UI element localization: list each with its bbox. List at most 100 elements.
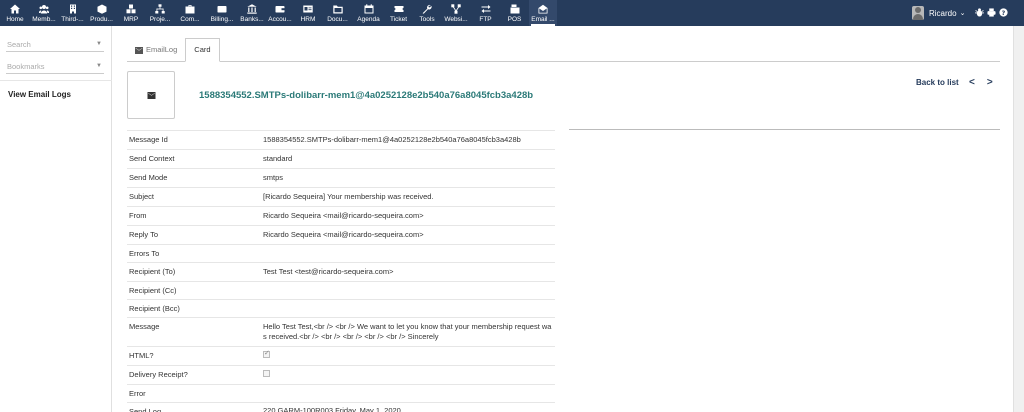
nav-item-14[interactable]: Tools (413, 0, 441, 26)
nav-item-17[interactable]: POS (500, 0, 529, 26)
nav-item-6[interactable]: Com... (174, 0, 206, 26)
next-record-button[interactable]: > (987, 77, 993, 88)
left-sidebar: Search ▼ Bookmarks ▼ View Email Logs (0, 26, 112, 412)
field-label: Reply To (129, 230, 159, 239)
calendar-icon (364, 3, 374, 15)
nav-item-label: MRP (123, 16, 139, 23)
nav-item-9[interactable]: Accou... (266, 0, 294, 26)
nav-item-label: Agenda (357, 16, 380, 23)
nav-item-label: Tools (419, 16, 435, 23)
nav-item-label: Email ... (531, 16, 555, 23)
field-label: HTML? (129, 351, 154, 360)
page-title: 1588354552.SMTPs-dolibarr-mem1@4a0252128… (199, 90, 534, 101)
wrench-icon (422, 3, 432, 15)
chevron-down-icon: ▼ (96, 63, 102, 69)
transfer-icon (481, 3, 491, 15)
back-to-list-link[interactable]: Back to list (916, 78, 959, 87)
cash-register-icon (510, 3, 520, 15)
suitcase-icon (185, 3, 195, 15)
envelope-open-icon (538, 3, 548, 15)
field-value: Ricardo Sequeira <mail@ricardo-sequeira.… (263, 211, 424, 220)
nav-item-label: POS (507, 16, 522, 23)
nav-item-12[interactable]: Agenda (353, 0, 384, 26)
user-name: Ricardo (929, 8, 957, 18)
field-label: Message Id (129, 135, 168, 144)
nav-item-label: Com... (180, 16, 200, 23)
nav-item-5[interactable]: Proje... (146, 0, 174, 26)
nav-item-16[interactable]: FTP (471, 0, 500, 26)
tab-bar: EmailLog Card (127, 38, 220, 62)
nav-item-label: Websi... (444, 16, 468, 23)
field-row: HTML? (127, 346, 555, 365)
field-value: standard (263, 154, 293, 163)
nav-item-2[interactable]: Third-... (58, 0, 87, 26)
sitemap-icon (155, 3, 165, 15)
bookmarks-select[interactable]: Bookmarks ▼ (6, 60, 104, 74)
field-row: Send Log 220 GARM-100R003 Friday, May 1, … (127, 402, 555, 412)
top-navigation-bar: Home Memb... Third-... Produ... MRP Proje... C… (0, 0, 1024, 26)
field-row: From Ricardo Sequeira <mail@ricardo-seque… (127, 206, 555, 225)
field-value: 1588354552.SMTPs-dolibarr-mem1@4a0252128… (263, 135, 521, 144)
field-row: Subject [Ricardo Sequeira] Your membershi… (127, 187, 555, 206)
search-input[interactable]: Search ▼ (6, 38, 104, 52)
field-row: Delivery Receipt? (127, 365, 555, 384)
building-icon (68, 3, 78, 15)
help-icon[interactable]: ? (999, 7, 1008, 19)
field-row: Send Mode smtps (127, 168, 555, 187)
avatar (912, 6, 924, 20)
field-value (263, 245, 555, 262)
nav-item-label: Banks... (240, 16, 264, 23)
field-table: Message Id 1588354552.SMTPs-dolibarr-mem1… (127, 130, 555, 412)
sidebar-item-view-email-logs[interactable]: View Email Logs (8, 90, 71, 99)
nav-item-label: Billing... (210, 16, 234, 23)
nav-item-label: Ticket (389, 16, 408, 23)
checkbox-icon (263, 370, 270, 377)
field-checkbox-cell (263, 347, 555, 365)
print-icon[interactable] (987, 7, 996, 19)
field-value: smtps (263, 173, 284, 182)
tab-card[interactable]: Card (185, 38, 220, 62)
nav-item-13[interactable]: Ticket (384, 0, 413, 26)
nav-item-8[interactable]: Banks... (238, 0, 266, 26)
nav-item-3[interactable]: Produ... (87, 0, 116, 26)
field-row: Recipient (To) Test Test <test@ricardo-se… (127, 262, 555, 281)
field-value: [Ricardo Sequeira] Your membership was r… (263, 192, 434, 201)
field-row: Errors To (127, 244, 555, 262)
nav-item-0[interactable]: Home (0, 0, 30, 26)
bank-icon (247, 3, 257, 15)
invoice-icon (217, 3, 227, 15)
tab-emaillog[interactable]: EmailLog (127, 38, 185, 62)
nav-item-1[interactable]: Memb... (30, 0, 58, 26)
nav-item-11[interactable]: Docu... (322, 0, 353, 26)
chevron-down-icon: ▼ (96, 41, 102, 47)
field-label: Send Mode (129, 173, 168, 182)
bug-icon[interactable] (975, 7, 984, 19)
field-value (263, 282, 555, 299)
nav-item-7[interactable]: Billing... (206, 0, 238, 26)
tab-card-label: Card (194, 45, 211, 54)
home-icon (10, 3, 20, 15)
nav-item-4[interactable]: MRP (116, 0, 146, 26)
page-scrollbar[interactable] (1013, 26, 1024, 412)
nav-item-label: Third-... (61, 16, 84, 23)
nav-item-15[interactable]: Websi... (441, 0, 471, 26)
field-label: Recipient (To) (129, 267, 176, 276)
user-menu[interactable]: Ricardo ⌄ (912, 0, 965, 26)
section-divider (569, 129, 1000, 130)
previous-record-button[interactable]: < (969, 77, 975, 88)
field-value: 220 GARM-100R003 Friday, May 1, 2020 250… (263, 406, 401, 412)
nav-item-label: Home (6, 16, 24, 23)
main-content: EmailLog Card 1588354552.SMTPs-dolibarr-… (113, 26, 1013, 412)
field-label: Recipient (Bcc) (129, 304, 180, 313)
field-row: Message Id 1588354552.SMTPs-dolibarr-mem1… (127, 130, 555, 149)
nav-item-10[interactable]: HRM (294, 0, 322, 26)
tab-underline (127, 61, 1000, 62)
sidebar-divider (0, 80, 112, 81)
nav-item-label: Docu... (327, 16, 348, 23)
field-row: Recipient (Bcc) (127, 299, 555, 317)
field-label: From (129, 211, 147, 220)
field-value: Ricardo Sequeira <mail@ricardo-sequeira.… (263, 230, 424, 239)
nav-item-18[interactable]: Email ... (529, 0, 557, 26)
field-row: Send Context standard (127, 149, 555, 168)
envelope-icon (147, 91, 155, 99)
